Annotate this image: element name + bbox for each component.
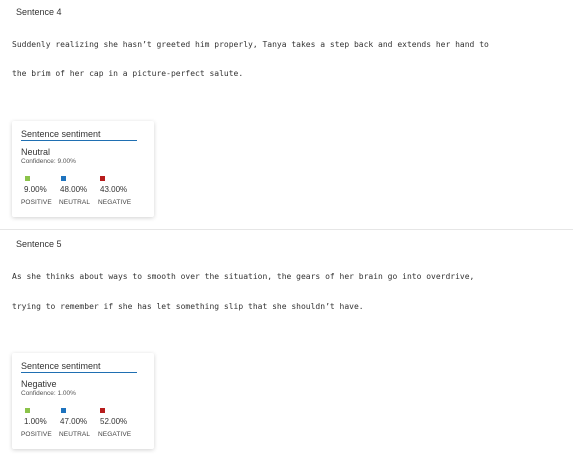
- sentiment-card: Sentence sentiment Neutral Confidence: 9…: [12, 121, 154, 217]
- neutral-score: 47.00%: [60, 417, 88, 426]
- sentiment-label: Negative: [21, 379, 57, 389]
- card-header: Sentence sentiment: [21, 361, 137, 373]
- negative-color-square: [100, 408, 105, 413]
- sentence-title: Sentence 5: [16, 239, 62, 249]
- positive-color-square: [25, 408, 30, 413]
- sentence-text-line: As she thinks about ways to smooth over …: [12, 272, 475, 281]
- sentence-title: Sentence 4: [16, 7, 62, 17]
- positive-category-label: POSITIVE: [21, 199, 52, 206]
- sentence-text-line: the brim of her cap in a picture-perfect…: [12, 69, 244, 78]
- neutral-category-label: NEUTRAL: [59, 431, 91, 438]
- section-divider: [0, 229, 573, 230]
- positive-color-square: [25, 176, 30, 181]
- confidence-text: Confidence: 9.00%: [21, 158, 76, 165]
- neutral-color-square: [61, 176, 66, 181]
- negative-category-label: NEGATIVE: [98, 199, 132, 206]
- neutral-category-label: NEUTRAL: [59, 199, 91, 206]
- neutral-score: 48.00%: [60, 185, 88, 194]
- positive-score: 1.00%: [24, 417, 47, 426]
- negative-score: 52.00%: [100, 417, 128, 426]
- negative-color-square: [100, 176, 105, 181]
- sentiment-card: Sentence sentiment Negative Confidence: …: [12, 353, 154, 449]
- positive-category-label: POSITIVE: [21, 431, 52, 438]
- sentence-text-line: Suddenly realizing she hasn’t greeted hi…: [12, 40, 489, 49]
- sentence-text-line: trying to remember if she has let someth…: [12, 302, 364, 311]
- card-header: Sentence sentiment: [21, 129, 137, 141]
- positive-score: 9.00%: [24, 185, 47, 194]
- confidence-text: Confidence: 1.00%: [21, 390, 76, 397]
- negative-category-label: NEGATIVE: [98, 431, 132, 438]
- neutral-color-square: [61, 408, 66, 413]
- negative-score: 43.00%: [100, 185, 128, 194]
- sentiment-label: Neutral: [21, 147, 51, 157]
